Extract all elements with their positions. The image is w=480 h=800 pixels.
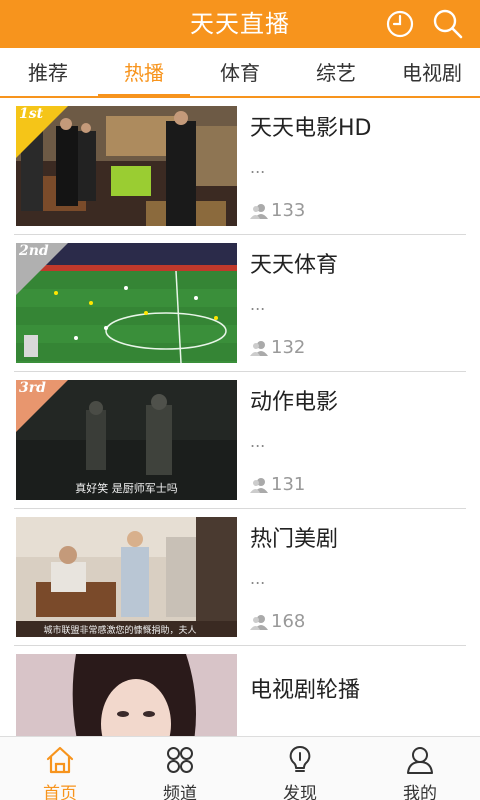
tab-tv-series[interactable]: 电视剧	[384, 48, 480, 96]
rank-badge: 2nd	[16, 243, 68, 295]
viewers-icon	[250, 340, 268, 356]
channel-desc: ...	[250, 295, 266, 314]
bottom-nav: 首页 频道 发现 我的	[0, 736, 480, 800]
tab-sports[interactable]: 体育	[192, 48, 288, 96]
channel-list: 1st 天天电影HD ... 133 2nd 天天体育 ... 132 真好笑 …	[0, 98, 480, 736]
channel-desc: ...	[250, 432, 266, 451]
nav-home-label: 首页	[43, 784, 77, 800]
list-item[interactable]: 2nd 天天体育 ... 132	[14, 235, 466, 372]
channel-desc: ...	[250, 158, 266, 177]
rank-badge: 3rd	[16, 380, 68, 432]
nav-profile[interactable]: 我的	[360, 737, 480, 800]
viewer-count-value: 131	[271, 474, 306, 495]
list-item[interactable]: 城市联盟非常感激您的慷慨捐助，夫人 热门美剧 ... 168	[14, 509, 466, 646]
home-icon	[46, 746, 74, 774]
viewers-icon	[250, 614, 268, 630]
channel-info: 天天体育 ... 132	[250, 235, 466, 372]
nav-profile-label: 我的	[403, 784, 437, 800]
list-item[interactable]: 1st 天天电影HD ... 133	[14, 98, 466, 235]
tab-variety[interactable]: 综艺	[288, 48, 384, 96]
channel-thumbnail	[16, 654, 237, 736]
channels-icon	[167, 747, 193, 773]
viewer-count: 132	[250, 337, 305, 358]
viewer-count-value: 133	[271, 200, 306, 221]
channel-thumbnail: 城市联盟非常感激您的慷慨捐助，夫人	[16, 517, 237, 637]
channel-info: 热门美剧 ... 168	[250, 509, 466, 646]
list-item[interactable]: 电视剧轮播	[14, 646, 466, 736]
rank-badge: 1st	[16, 106, 68, 158]
channel-info: 电视剧轮播	[250, 646, 466, 736]
category-tabs: 推荐 热播 体育 综艺 电视剧	[0, 48, 480, 98]
subtitle-text: 城市联盟非常感激您的慷慨捐助，夫人	[43, 624, 196, 636]
search-icon[interactable]	[430, 6, 466, 42]
tab-hot[interactable]: 热播	[96, 48, 192, 98]
channel-name: 天天电影HD	[250, 116, 372, 141]
rank-label: 2nd	[19, 243, 49, 259]
viewer-count: 168	[250, 611, 305, 632]
list-item[interactable]: 真好笑 是厨师军士吗 3rd 动作电影 ... 131	[14, 372, 466, 509]
channel-name: 动作电影	[250, 390, 339, 415]
clock-icon[interactable]	[382, 6, 418, 42]
viewer-count-value: 168	[271, 611, 306, 632]
profile-icon	[407, 747, 433, 774]
discover-icon	[289, 745, 311, 772]
rank-label: 3rd	[19, 380, 46, 396]
nav-channels[interactable]: 频道	[120, 737, 240, 800]
nav-home[interactable]: 首页	[0, 737, 120, 800]
nav-discover[interactable]: 发现	[240, 737, 360, 800]
nav-channels-label: 频道	[163, 784, 197, 800]
channel-name: 电视剧轮播	[250, 678, 361, 703]
channel-desc: ...	[250, 569, 266, 588]
viewer-count: 131	[250, 474, 305, 495]
channel-thumbnail: 真好笑 是厨师军士吗 3rd	[16, 380, 237, 500]
viewer-count: 133	[250, 200, 305, 221]
channel-name: 热门美剧	[250, 527, 339, 552]
channel-info: 动作电影 ... 131	[250, 372, 466, 509]
channel-name: 天天体育	[250, 253, 339, 278]
rank-label: 1st	[19, 106, 44, 122]
viewers-icon	[250, 477, 268, 493]
tab-recommend[interactable]: 推荐	[0, 48, 96, 96]
viewer-count-value: 132	[271, 337, 306, 358]
viewers-icon	[250, 203, 268, 219]
channel-info: 天天电影HD ... 133	[250, 98, 466, 235]
app-header: 天天直播	[0, 0, 480, 48]
subtitle-text: 真好笑 是厨师军士吗	[75, 481, 178, 495]
channel-thumbnail: 1st	[16, 106, 237, 226]
nav-discover-label: 发现	[283, 784, 317, 800]
channel-thumbnail: 2nd	[16, 243, 237, 363]
app-root: 天天直播 推荐 热播 体育 综艺 电视剧 1st 天天电影HD ... 133 …	[0, 0, 480, 800]
